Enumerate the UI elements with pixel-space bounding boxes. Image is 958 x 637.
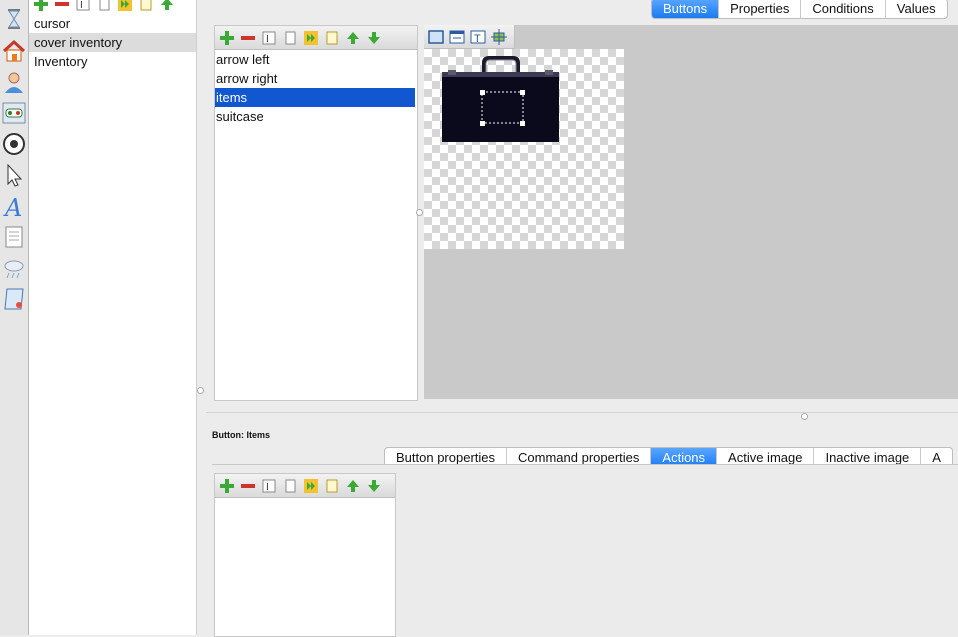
down-arrow-icon[interactable]: [365, 478, 382, 495]
paste-icon[interactable]: [323, 30, 340, 47]
weather-icon[interactable]: [1, 255, 27, 281]
list-item[interactable]: items: [215, 88, 415, 107]
rename-icon[interactable]: I: [260, 478, 277, 495]
rename-icon[interactable]: I: [74, 0, 91, 13]
paste-icon[interactable]: [137, 0, 154, 13]
up-arrow-icon[interactable]: [158, 0, 175, 13]
actions-list-panel: I: [214, 473, 396, 637]
paste-icon[interactable]: [323, 478, 340, 495]
list-item[interactable]: arrow left: [215, 50, 413, 69]
copy-icon[interactable]: [95, 0, 112, 13]
script-icon[interactable]: [1, 286, 27, 312]
page-icon[interactable]: [1, 224, 27, 250]
font-icon[interactable]: A: [1, 193, 27, 222]
splitter-handle[interactable]: [416, 209, 423, 216]
svg-text:A: A: [3, 194, 22, 219]
resource-type-bar: A: [0, 0, 29, 635]
hourglass-icon[interactable]: [1, 6, 27, 32]
gamepad-icon[interactable]: [1, 100, 27, 126]
svg-text:I: I: [266, 482, 269, 493]
forward-icon[interactable]: [116, 0, 133, 13]
up-arrow-icon[interactable]: [344, 30, 361, 47]
list-item[interactable]: cover inventory: [29, 33, 196, 52]
text-icon[interactable]: T: [469, 29, 486, 46]
house-icon[interactable]: [1, 38, 27, 64]
down-arrow-icon[interactable]: [365, 30, 382, 47]
tab-buttons[interactable]: Buttons: [652, 0, 719, 18]
add-icon[interactable]: [32, 0, 49, 13]
resource-list-panel: I cursor cover inventory Inventory: [29, 0, 197, 635]
splitter-handle[interactable]: [801, 413, 808, 420]
forward-icon[interactable]: [302, 478, 319, 495]
character-icon[interactable]: [1, 69, 27, 95]
add-icon[interactable]: [218, 30, 235, 47]
splitter-line: [206, 412, 958, 413]
rename-icon[interactable]: I: [260, 30, 277, 47]
tab-conditions[interactable]: Conditions: [800, 0, 884, 18]
editor-toolbar: T: [424, 25, 515, 49]
buttons-toolbar: I: [215, 26, 417, 50]
remove-icon[interactable]: [239, 478, 256, 495]
forward-icon[interactable]: [302, 30, 319, 47]
list-item[interactable]: Inventory: [29, 52, 196, 71]
remove-icon[interactable]: [239, 30, 256, 47]
list-item[interactable]: arrow right: [215, 69, 413, 88]
image-editor-canvas[interactable]: T: [424, 25, 958, 399]
transparent-backdrop: [424, 49, 624, 249]
fit-icon[interactable]: [490, 29, 507, 46]
svg-text:I: I: [80, 0, 83, 11]
copy-icon[interactable]: [281, 478, 298, 495]
up-arrow-icon[interactable]: [344, 478, 361, 495]
svg-text:I: I: [266, 34, 269, 45]
resource-list-toolbar: I: [32, 0, 175, 13]
list-item[interactable]: cursor: [29, 14, 196, 33]
list-item[interactable]: suitcase: [215, 107, 413, 126]
top-tab-bar: Buttons Properties Conditions Values: [651, 0, 948, 19]
svg-text:T: T: [474, 33, 481, 45]
copy-icon[interactable]: [281, 30, 298, 47]
suitcase-image: [442, 56, 559, 142]
tab-properties[interactable]: Properties: [718, 0, 800, 18]
window-icon[interactable]: [448, 29, 465, 46]
cursor-arrow-icon[interactable]: [1, 162, 27, 188]
tab-values[interactable]: Values: [884, 0, 947, 18]
button-heading: Button: Items: [212, 430, 270, 440]
actions-toolbar: I: [215, 474, 395, 498]
select-area-icon[interactable]: [427, 29, 444, 46]
splitter-handle[interactable]: [197, 387, 204, 394]
buttons-list-panel: I arrow left arrow right items suitcase: [214, 25, 418, 401]
soccer-ball-icon[interactable]: [1, 131, 27, 157]
remove-icon[interactable]: [53, 0, 70, 13]
add-icon[interactable]: [218, 478, 235, 495]
